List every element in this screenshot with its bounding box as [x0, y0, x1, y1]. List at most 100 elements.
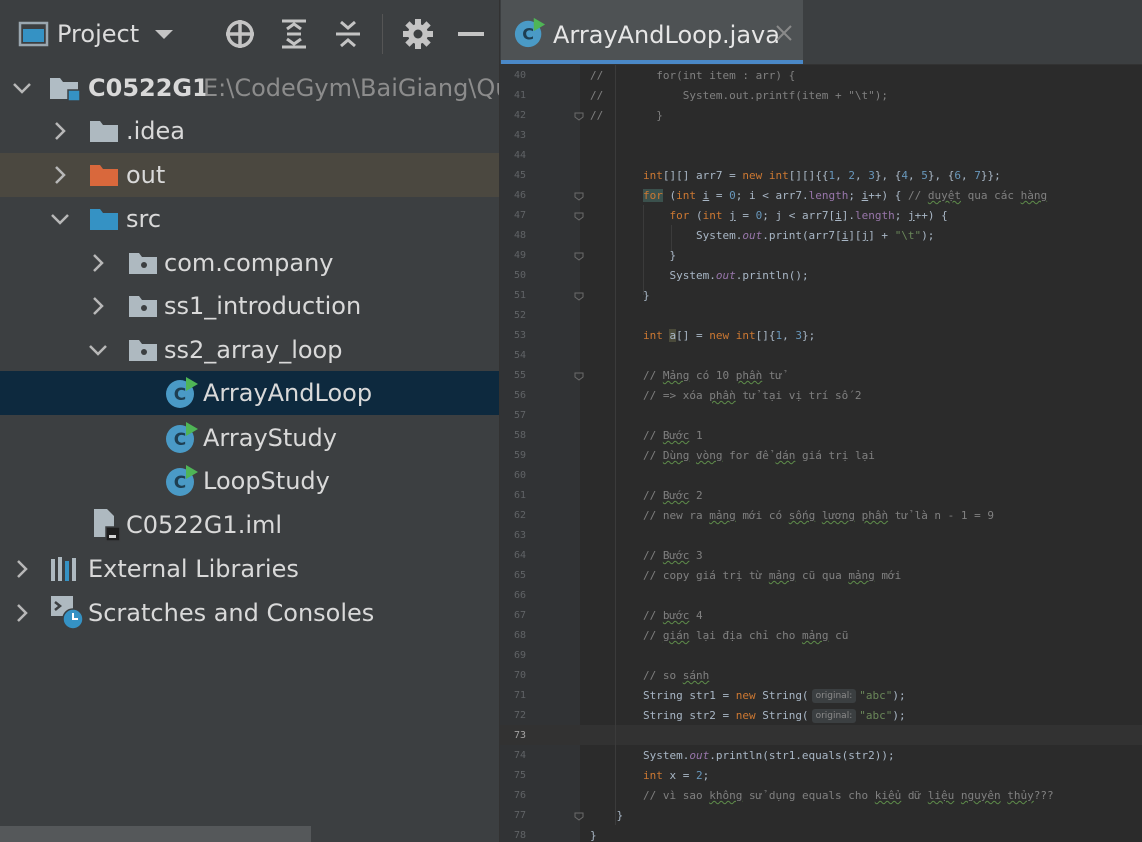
tree-row-external-libraries[interactable]: External Libraries	[0, 547, 499, 591]
code-line[interactable]: // for(int item : arr) {	[590, 66, 795, 86]
chevron-right-icon[interactable]	[10, 557, 34, 581]
tree-row-iml[interactable]: C0522G1.iml	[0, 503, 499, 547]
code-line[interactable]: String str1 = new String(original: "abc")…	[590, 686, 906, 706]
chevron-down-icon[interactable]	[48, 207, 72, 231]
line-number: 51	[513, 290, 526, 301]
line-number: 69	[513, 650, 526, 661]
tree-item-label: ss2_array_loop	[164, 336, 343, 364]
fold-marker-icon[interactable]	[574, 111, 584, 121]
code-line[interactable]: // System.out.printf(item + "\t");	[590, 86, 888, 106]
project-panel: Project C0522G1 E:\CodeGym\BaiGiang\Qua …	[0, 0, 499, 842]
tree-row-array-study[interactable]: C ArrayStudy	[0, 416, 499, 460]
project-view-selector[interactable]: Project	[57, 0, 139, 68]
line-number: 72	[513, 710, 526, 721]
editor-tab[interactable]: C ArrayAndLoop.java	[501, 0, 803, 64]
line-number: 59	[513, 450, 526, 461]
chevron-right-icon[interactable]	[10, 601, 34, 625]
tree-row-root[interactable]: C0522G1 E:\CodeGym\BaiGiang\Qua	[0, 66, 499, 110]
editor-tab-title: ArrayAndLoop.java	[553, 21, 780, 49]
line-number: 52	[513, 310, 526, 321]
code-line[interactable]: // vì sao không sử dụng equals cho kiểu …	[590, 786, 1054, 806]
chevron-right-icon[interactable]	[48, 119, 72, 143]
code-line[interactable]: // gián lại địa chỉ cho mảng cũ	[590, 626, 848, 646]
svg-text:C: C	[174, 385, 186, 405]
chevron-right-icon[interactable]	[86, 251, 110, 275]
fold-marker-icon[interactable]	[574, 371, 584, 381]
fold-marker-icon[interactable]	[574, 191, 584, 201]
svg-text:C: C	[174, 430, 186, 450]
chevron-right-icon[interactable]	[86, 294, 110, 318]
code-line[interactable]: // Bước 1	[590, 426, 703, 446]
fold-marker-icon[interactable]	[574, 291, 584, 301]
line-number: 64	[513, 550, 526, 561]
line-number: 67	[513, 610, 526, 621]
tree-row-ss1-introduction[interactable]: ss1_introduction	[0, 284, 499, 328]
fold-marker-icon[interactable]	[574, 251, 584, 261]
code-line[interactable]: int a[] = new int[]{1, 3};	[590, 326, 815, 346]
horizontal-scrollbar-thumb[interactable]	[0, 826, 311, 842]
code-line[interactable]: }	[590, 246, 676, 266]
code-line[interactable]: // copy giá trị từ mảng cũ qua mảng mới	[590, 566, 901, 586]
tree-row-idea[interactable]: .idea	[0, 109, 499, 153]
code-line[interactable]: for (int j = 0; j < arr7[i].length; j++)…	[590, 206, 947, 226]
tree-row-ss2-array-loop[interactable]: ss2_array_loop	[0, 328, 499, 372]
line-number: 58	[513, 430, 526, 441]
project-window-icon	[18, 0, 50, 68]
code-editor[interactable]: C ArrayAndLoop.java 40 // for(int item : …	[499, 0, 1142, 842]
package-icon	[129, 340, 157, 361]
module-file-icon	[94, 509, 121, 542]
close-icon[interactable]	[773, 22, 795, 44]
tree-row-out[interactable]: out	[0, 153, 499, 197]
line-number: 55	[513, 370, 526, 381]
tree-item-label: C0522G1.iml	[126, 511, 283, 539]
source-folder-icon	[90, 209, 118, 230]
code-line[interactable]: int x = 2;	[590, 766, 709, 786]
code-line[interactable]: System.out.println(str1.equals(str2));	[590, 746, 895, 766]
code-line[interactable]: // new ra mảng mới có sống lương phần tử…	[590, 506, 994, 526]
java-class-icon: C	[514, 17, 546, 48]
code-line[interactable]: int[][] arr7 = new int[][]{{1, 2, 3}, {4…	[590, 166, 1001, 186]
line-number: 46	[513, 190, 526, 201]
code-line[interactable]: // so sánh	[590, 666, 709, 686]
minimize-icon[interactable]	[453, 0, 489, 68]
tree-row-src[interactable]: src	[0, 197, 499, 241]
code-line[interactable]: System.out.println();	[590, 266, 808, 286]
line-number: 57	[513, 410, 526, 421]
tree-item-label: External Libraries	[88, 555, 299, 583]
locate-target-icon[interactable]	[222, 0, 258, 68]
chevron-right-icon[interactable]	[48, 163, 72, 187]
code-line[interactable]: // => xóa phần tử tại vị trí số 2	[590, 386, 862, 406]
fold-marker-icon[interactable]	[574, 811, 584, 821]
line-number: 44	[513, 150, 526, 161]
code-line[interactable]: // Bước 3	[590, 546, 703, 566]
code-line[interactable]: // Dùng vòng for để dán giá trị lại	[590, 446, 875, 466]
tree-item-label: Scratches and Consoles	[88, 599, 375, 627]
chevron-down-icon[interactable]	[150, 0, 178, 68]
line-number: 48	[513, 230, 526, 241]
code-line[interactable]: // Bước 2	[590, 486, 703, 506]
chevron-down-icon[interactable]	[86, 338, 110, 362]
fold-marker-icon[interactable]	[574, 211, 584, 221]
code-line[interactable]: // bước 4	[590, 606, 703, 626]
collapse-all-icon[interactable]	[330, 0, 366, 68]
tree-row-array-and-loop[interactable]: C ArrayAndLoop	[0, 371, 499, 415]
gear-icon[interactable]	[400, 0, 436, 68]
tree-row-com-company[interactable]: com.company	[0, 241, 499, 285]
line-number: 40	[513, 70, 526, 81]
expand-all-icon[interactable]	[276, 0, 312, 68]
code-line[interactable]: // Mảng có 10 phần tử	[590, 366, 782, 386]
line-number: 73	[513, 730, 526, 741]
chevron-down-icon[interactable]	[10, 76, 34, 100]
code-line[interactable]: }	[590, 286, 650, 306]
svg-text:C: C	[174, 473, 186, 493]
tree-row-scratches[interactable]: Scratches and Consoles	[0, 591, 499, 635]
code-line[interactable]: // }	[590, 106, 663, 126]
tree-row-loop-study[interactable]: C LoopStudy	[0, 459, 499, 503]
line-number: 42	[513, 110, 526, 121]
line-number: 63	[513, 530, 526, 541]
code-line[interactable]: }	[590, 806, 623, 826]
code-line[interactable]: for (int i = 0; i < arr7.length; i++) { …	[590, 186, 1047, 206]
code-line[interactable]: System.out.print(arr7[i][j] + "\t");	[590, 226, 934, 246]
code-line[interactable]: }	[590, 826, 597, 842]
code-line[interactable]: String str2 = new String(original: "abc")…	[590, 706, 906, 726]
